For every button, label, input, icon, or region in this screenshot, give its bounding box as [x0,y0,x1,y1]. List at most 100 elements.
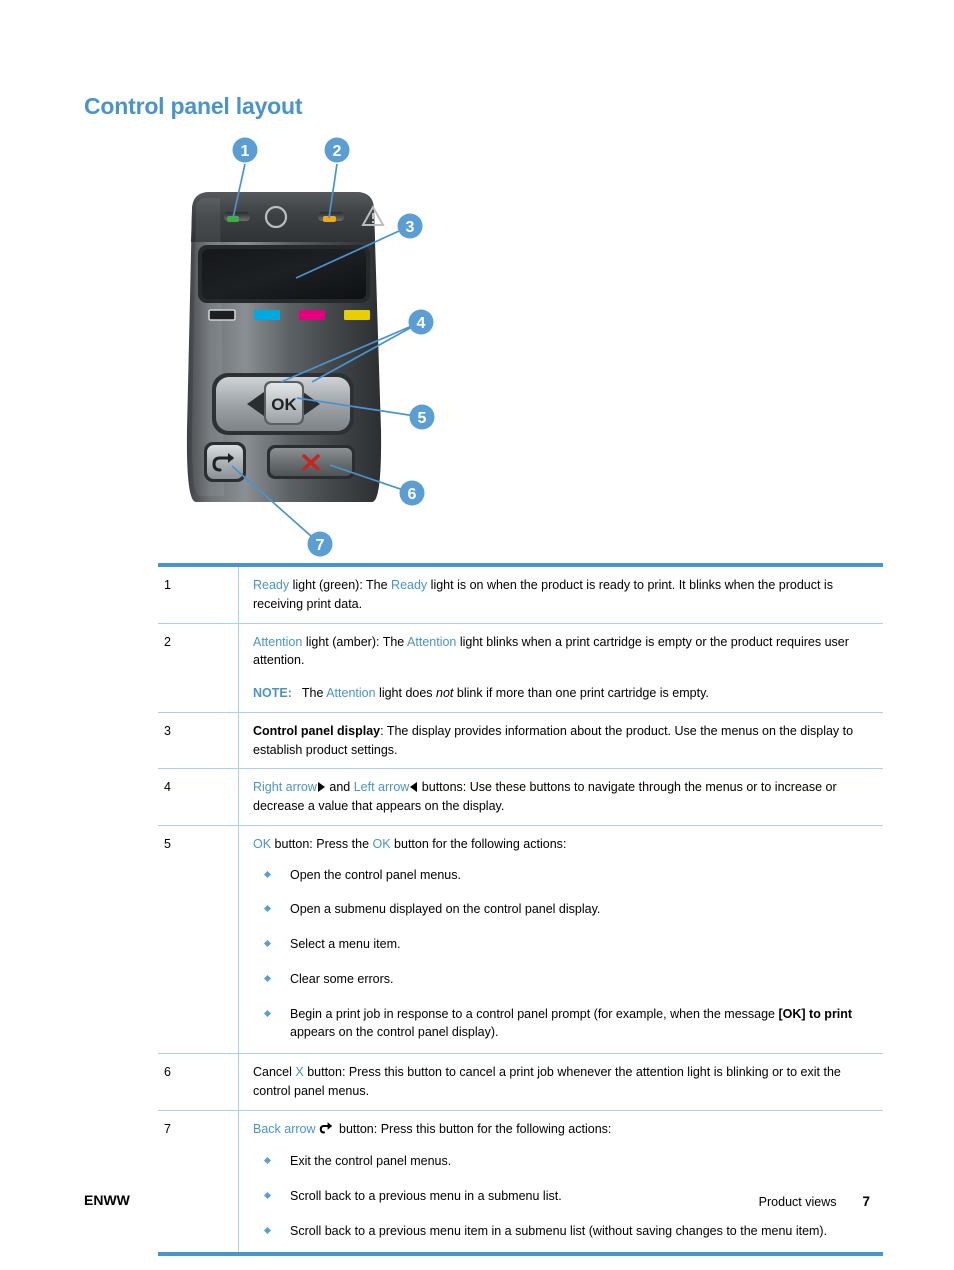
cancel-x-button[interactable] [267,445,355,479]
emphasis-term: Attention [253,634,303,649]
cartridge-yellow-indicator [344,310,370,320]
callout-3: 3 [397,213,423,239]
text-run: button for the following actions: [390,836,567,851]
bullet-list: Open the control panel menus. Open a subm… [253,866,879,1043]
callout-5: 5 [409,404,435,430]
description-cell: Cancel X button: Press this button to ca… [238,1053,883,1110]
text-run: button: Press this button for the follow… [335,1121,612,1136]
ok-button-label: OK [271,395,297,414]
svg-text:4: 4 [417,315,426,332]
text-run: Open a submenu displayed on the control … [290,902,601,917]
ok-button[interactable]: OK [264,381,304,425]
control-panel-figure: OK 1 2 3 4 5 6 7 [84,130,874,560]
svg-text:3: 3 [406,219,415,236]
table-row: 5 OK button: Press the OK button for the … [158,824,883,1054]
callout-number-cell: 5 [158,824,239,1054]
note-text: NOTE: The Attention light does not blink … [253,684,879,703]
cartridge-black-indicator [208,309,236,321]
footer-section-label: Product views [758,1195,837,1209]
description-text: Back arrow button: Press this button for… [253,1120,879,1141]
cartridge-magenta-indicator [299,310,325,320]
description-text: Cancel X button: Press this button to ca… [253,1063,879,1101]
list-item: Clear some errors. [253,970,879,989]
svg-text:2: 2 [333,143,342,160]
text-run: Begin a print job in response to a contr… [290,1006,779,1021]
left-arrow-icon [410,782,418,793]
list-item: Begin a print job in response to a contr… [253,1005,879,1043]
callout-4: 4 [408,309,434,335]
emphasis-term: OK [372,836,391,851]
bullet-icon [263,974,272,982]
text-run: light (amber): The [302,634,408,649]
cartridge-cyan-indicator [254,310,280,320]
note-label: NOTE: [253,686,292,700]
back-arrow-button[interactable] [204,442,246,482]
callout-number-cell: 1 [158,563,239,623]
table-row: 2 Attention light (amber): The Attention … [158,622,883,713]
callout-number-cell: 2 [158,622,239,713]
emphasis-term: Ready [253,578,290,592]
text-run: Scroll back to a previous menu item in a… [290,1223,828,1238]
text-run: Select a menu item. [290,937,401,951]
text-run: Exit the control panel menus. [290,1154,452,1169]
description-text: Attention light (amber): The Attention l… [253,633,879,671]
list-item: Select a menu item. [253,935,879,954]
bullet-icon [263,1191,272,1200]
footer-book-code: ENWW [84,1192,130,1208]
control-panel-legend-table: 1 Ready light (green): The Ready light is… [158,563,883,1256]
callout-number-cell: 7 [158,1109,239,1256]
attention-led-icon [318,212,344,222]
table-row: 1 Ready light (green): The Ready light is… [158,563,883,623]
document-page: Control panel layout OK 1 2 3 4 5 6 7 1 … [0,0,954,1270]
emphasis-term: Attention [326,686,376,700]
description-cell: Attention light (amber): The Attention l… [238,622,883,713]
description-cell: Right arrow and Left arrow buttons: Use … [238,768,883,826]
callout-2: 2 [324,137,350,163]
text-run: light (green): The [289,578,392,592]
callout-number-cell: 6 [158,1053,239,1110]
description-text: Ready light (green): The Ready light is … [253,576,879,614]
text-run: button: Press the [271,836,373,851]
callout-1: 1 [232,137,258,163]
emphasis-term: Right arrow [253,780,317,795]
emphasis-term: X [295,1065,304,1079]
list-item: Open the control panel menus. [253,866,879,885]
control-panel-display [198,245,370,303]
table-row: 7 Back arrow button: Press this button fo… [158,1109,883,1256]
list-item: Exit the control panel menus. [253,1152,879,1171]
description-cell: OK button: Press the OK button for the f… [238,824,883,1054]
callout-7: 7 [307,531,333,557]
svg-text:1: 1 [241,143,250,160]
table-row: 3 Control panel display: The display prov… [158,711,883,769]
ready-led-icon [224,212,250,222]
text-run: Cancel [253,1065,296,1079]
strong-term: [OK] to print [778,1006,853,1021]
emphasis-term: Back arrow [253,1121,316,1136]
text-run: light does [375,686,437,700]
description-cell: Ready light (green): The Ready light is … [238,563,883,623]
table-row: 4 Right arrow and Left arrow buttons: Use… [158,768,883,826]
text-run: Clear some errors. [290,971,394,986]
callout-6: 6 [399,480,425,506]
list-item: Scroll back to a previous menu item in a… [253,1222,879,1241]
footer-page-number: 7 [862,1194,870,1209]
footer-section: Product views 7 [759,1194,870,1209]
italic-term: not [436,686,454,700]
text-run: and [325,780,354,795]
text-run: blink if more than one print cartridge i… [453,686,709,700]
emphasis-term: Ready [391,578,428,592]
back-arrow-icon [319,1121,334,1141]
description-text: OK button: Press the OK button for the f… [253,835,879,854]
bullet-icon [263,1009,272,1017]
text-run: Open the control panel menus. [290,867,461,882]
text-run: The [301,686,327,700]
svg-text:7: 7 [316,537,325,554]
svg-text:6: 6 [408,486,417,503]
description-text: Control panel display: The display provi… [253,722,879,760]
text-run: button: Press this button to cancel a pr… [253,1065,841,1098]
bullet-icon [263,939,272,948]
callout-number-cell: 4 [158,768,239,826]
emphasis-term: Attention [407,634,457,649]
callout-number-cell: 3 [158,711,239,769]
text-run: Scroll back to a previous menu in a subm… [290,1189,562,1203]
